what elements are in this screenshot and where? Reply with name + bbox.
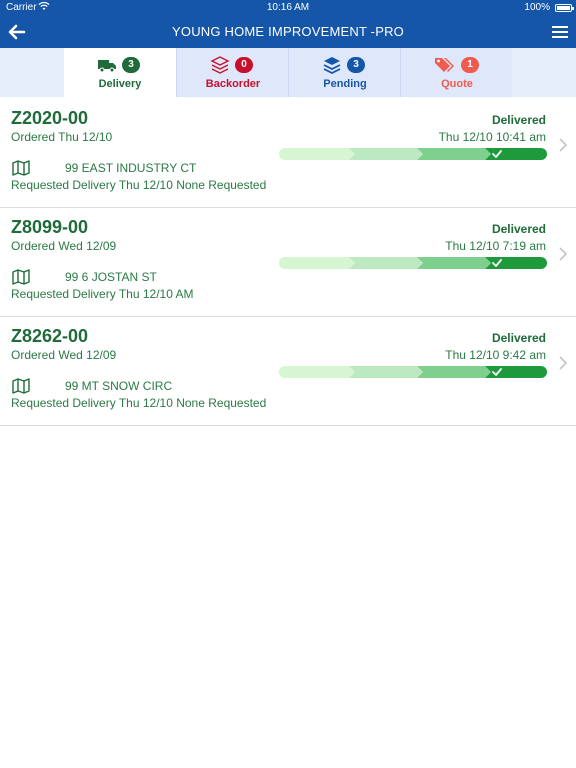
tab-label-quote: Quote	[441, 78, 473, 90]
tags-icon	[434, 56, 454, 74]
tab-delivery[interactable]: 3 Delivery	[64, 48, 176, 97]
order-row[interactable]: Z2020-00 Ordered Thu 12/10 Delivered Thu…	[0, 98, 576, 208]
status-label: Delivered	[491, 222, 546, 236]
order-number: Z2020-00	[11, 108, 89, 128]
ordered-date: Ordered Wed 12/09	[11, 348, 117, 362]
status-time: Thu 12/10 9:42 am	[445, 348, 546, 362]
map-icon	[12, 160, 30, 176]
pending-count-badge: 3	[347, 57, 365, 73]
order-number: Z8262-00	[11, 326, 89, 346]
delivery-address: 99 MT SNOW CIRC	[65, 379, 173, 393]
delivery-count-badge: 3	[122, 57, 140, 73]
order-number: Z8099-00	[11, 217, 89, 237]
ordered-date: Ordered Thu 12/10	[11, 130, 113, 144]
quote-count-badge: 1	[461, 57, 479, 73]
tab-pending[interactable]: 3 Pending	[288, 48, 400, 97]
map-icon	[12, 269, 30, 285]
order-row[interactable]: Z8099-00 Ordered Wed 12/09 Delivered Thu…	[0, 207, 576, 317]
delivery-progress-bar	[279, 147, 547, 160]
requested-delivery: Requested Delivery Thu 12/10 None Reques…	[11, 178, 267, 192]
tab-quote[interactable]: 1 Quote	[400, 48, 512, 97]
status-time: Thu 12/10 7:19 am	[445, 239, 546, 253]
chevron-right-icon	[558, 356, 568, 370]
nav-bar: YOUNG HOME IMPROVEMENT -PRO	[0, 16, 576, 48]
map-icon	[12, 378, 30, 394]
delivery-progress-bar	[279, 365, 547, 378]
backorder-count-badge: 0	[235, 57, 253, 73]
status-label: Delivered	[491, 331, 546, 345]
status-time: Thu 12/10 10:41 am	[438, 130, 546, 144]
layers-icon	[210, 56, 230, 74]
truck-icon	[97, 56, 117, 74]
battery-icon	[555, 4, 574, 12]
status-time: 10:16 AM	[266, 2, 310, 13]
tab-bar: 3 Delivery 0 Backorder 3 Pending 1 Quote	[0, 48, 576, 97]
stack-icon	[322, 56, 342, 75]
ordered-date: Ordered Wed 12/09	[11, 239, 117, 253]
order-row[interactable]: Z8262-00 Ordered Wed 12/09 Delivered Thu…	[0, 316, 576, 426]
delivery-address: 99 EAST INDUSTRY CT	[65, 161, 197, 175]
requested-delivery: Requested Delivery Thu 12/10 AM	[11, 287, 194, 301]
delivery-address: 99 6 JOSTAN ST	[65, 270, 157, 284]
battery-percent: 100%	[524, 2, 550, 13]
tab-label-pending: Pending	[323, 78, 367, 90]
tab-label-backorder: Backorder	[205, 78, 261, 90]
tab-backorder[interactable]: 0 Backorder	[176, 48, 288, 97]
delivery-progress-bar	[279, 256, 547, 269]
requested-delivery: Requested Delivery Thu 12/10 None Reques…	[11, 396, 267, 410]
chevron-right-icon	[558, 247, 568, 261]
status-label: Delivered	[491, 113, 546, 127]
status-bar: Carrier 10:16 AM 100%	[0, 0, 576, 16]
page-title: YOUNG HOME IMPROVEMENT -PRO	[172, 24, 404, 39]
tab-label-delivery: Delivery	[98, 78, 142, 90]
hamburger-menu-icon[interactable]	[550, 22, 570, 42]
chevron-right-icon	[558, 138, 568, 152]
